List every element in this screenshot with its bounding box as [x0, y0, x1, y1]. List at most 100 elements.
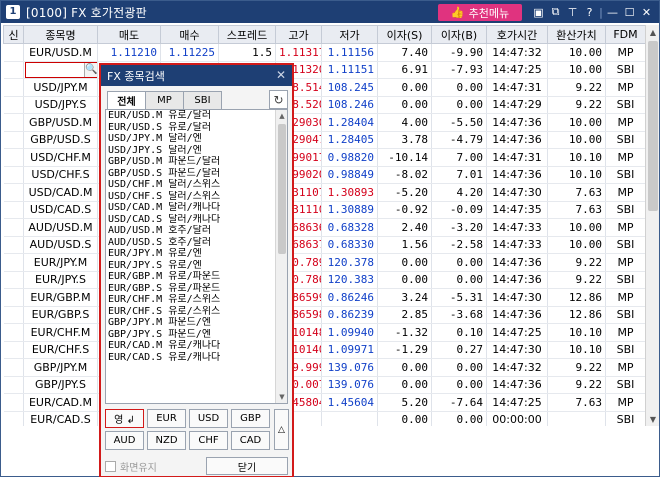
interest-buy-cell: -3.20	[431, 218, 487, 237]
keypad-key[interactable]: CHF	[189, 431, 228, 450]
quote-time-cell: 14:47:25	[486, 61, 548, 79]
symbol-input-cell[interactable]: 🔍	[23, 61, 98, 79]
list-item[interactable]: USD/CHF.M 달러/스위스	[106, 179, 274, 191]
interest-buy-cell: 0.00	[431, 376, 487, 394]
search-icon[interactable]: 🔍	[84, 62, 97, 77]
maximize-icon[interactable]: ☐	[621, 4, 638, 20]
low-price-cell: 1.30893	[321, 183, 378, 202]
column-header[interactable]: 이자(B)	[431, 25, 487, 44]
new-flag-cell	[3, 61, 24, 79]
list-item[interactable]: GBP/JPY.S 파운드/엔	[106, 329, 274, 341]
list-item[interactable]: EUR/CAD.S 유로/캐나다	[106, 352, 274, 364]
keypad-key[interactable]: 영 ↲	[105, 409, 144, 428]
list-item[interactable]: AUD/USD.S 호주/달러	[106, 237, 274, 249]
interest-sell-cell: -5.20	[377, 183, 432, 202]
popup-tab[interactable]: SBI	[183, 91, 222, 110]
list-item[interactable]: GBP/JPY.M 파운드/엔	[106, 317, 274, 329]
list-item[interactable]: GBP/USD.M 파운드/달러	[106, 156, 274, 168]
list-item[interactable]: EUR/GBP.M 유로/파운드	[106, 271, 274, 283]
symbol-cell: EUR/JPY.M	[23, 253, 98, 272]
symbol-cell: USD/CHF.M	[23, 148, 98, 167]
symbol-list[interactable]: EUR/USD.M 유로/달러 EUR/USD.S 유로/달러 USD/JPY.M …	[105, 109, 288, 404]
symbol-input[interactable]: 🔍	[25, 61, 97, 78]
list-item[interactable]: EUR/CHF.M 유로/스위스	[106, 294, 274, 306]
interest-buy-cell: 0.00	[431, 271, 487, 289]
popup-close-icon[interactable]: ✕	[276, 68, 286, 82]
copy-icon[interactable]: ⧉	[547, 4, 564, 20]
scroll-thumb[interactable]	[648, 41, 658, 211]
column-header[interactable]: FDM	[605, 25, 645, 44]
column-header[interactable]: 신	[3, 25, 24, 44]
column-header[interactable]: 매도	[97, 25, 161, 44]
column-header[interactable]: 환산가치	[547, 25, 606, 44]
column-header[interactable]: 고가	[275, 25, 322, 44]
column-header[interactable]: 저가	[321, 25, 378, 44]
keypad-key[interactable]: USD	[189, 409, 228, 428]
converted-value-cell: 10.10	[547, 148, 606, 167]
fdm-cell: SBI	[605, 96, 645, 114]
close-icon[interactable]: ✕	[638, 4, 655, 20]
list-item[interactable]: EUR/JPY.M 유로/엔	[106, 248, 274, 260]
list-scroll-down-icon[interactable]: ▼	[276, 391, 287, 403]
table-row[interactable]: EUR/USD.M 1.11210 1.11225 1.5 1.11317 1.11156…	[3, 43, 645, 62]
refresh-icon[interactable]: ↻	[269, 90, 288, 109]
list-item[interactable]: USD/CAD.M 달러/캐나다	[106, 202, 274, 214]
low-price-cell: 108.246	[321, 96, 378, 114]
interest-sell-cell: 3.78	[377, 131, 432, 149]
list-item[interactable]: USD/CAD.S 달러/캐나다	[106, 214, 274, 226]
popup-tab[interactable]: MP	[145, 91, 184, 110]
symbol-cell: EUR/GBP.M	[23, 288, 98, 307]
fdm-cell: SBI	[605, 131, 645, 149]
minimize-icon[interactable]: —	[604, 4, 621, 20]
list-item[interactable]: EUR/JPY.S 유로/엔	[106, 260, 274, 272]
popup-tabs: 전체 MP SBI	[107, 91, 222, 110]
new-flag-cell	[3, 113, 24, 132]
list-item[interactable]: EUR/GBP.S 유로/파운드	[106, 283, 274, 295]
popup-close-button[interactable]: 닫기	[206, 457, 288, 475]
column-header[interactable]: 스프레드	[218, 25, 276, 44]
scroll-down-icon[interactable]: ▼	[646, 412, 660, 426]
recommend-menu-button[interactable]: 👍 추천메뉴	[438, 4, 522, 21]
column-header[interactable]: 이자(S)	[377, 25, 432, 44]
list-item[interactable]: EUR/USD.S 유로/달러	[106, 122, 274, 134]
list-item[interactable]: USD/CHF.S 달러/스위스	[106, 191, 274, 203]
interest-buy-cell: -5.31	[431, 288, 487, 307]
list-item[interactable]: EUR/CAD.M 유로/캐나다	[106, 340, 274, 352]
list-scroll-up-icon[interactable]: ▲	[276, 110, 287, 122]
fdm-cell: MP	[605, 148, 645, 167]
checkbox-box[interactable]	[105, 460, 116, 472]
column-header[interactable]: 매수	[160, 25, 219, 44]
interest-buy-cell: -0.09	[431, 201, 487, 219]
new-flag-cell	[3, 411, 24, 426]
list-scrollbar[interactable]: ▲ ▼	[275, 110, 287, 403]
scroll-up-icon[interactable]: ▲	[646, 25, 660, 39]
keypad-up-button[interactable]: △	[274, 409, 289, 450]
list-item[interactable]: USD/JPY.S 달러/엔	[106, 145, 274, 157]
keypad-key[interactable]: CAD	[231, 431, 270, 450]
interest-sell-cell: 0.00	[377, 411, 432, 426]
list-item[interactable]: USD/JPY.M 달러/엔	[106, 133, 274, 145]
list-item[interactable]: AUD/USD.M 호주/달러	[106, 225, 274, 237]
keypad-key[interactable]: AUD	[105, 431, 144, 450]
column-header[interactable]: 종목명	[23, 25, 98, 44]
keypad-key[interactable]: NZD	[147, 431, 186, 450]
interest-sell-cell: -0.92	[377, 201, 432, 219]
new-flag-cell	[3, 271, 24, 289]
list-item[interactable]: EUR/CHF.S 유로/스위스	[106, 306, 274, 318]
list-item[interactable]: EUR/USD.M 유로/달러	[106, 110, 274, 122]
interest-buy-cell: 0.10	[431, 323, 487, 342]
help-icon[interactable]: ?	[581, 4, 598, 20]
keypad-key[interactable]: GBP	[231, 409, 270, 428]
keypad-key[interactable]: EUR	[147, 409, 186, 428]
list-scroll-thumb[interactable]	[278, 124, 286, 254]
window-icon[interactable]: ▣	[530, 4, 547, 20]
list-item[interactable]: GBP/USD.S 파운드/달러	[106, 168, 274, 180]
popup-tab[interactable]: 전체	[107, 91, 146, 110]
vertical-scrollbar[interactable]: ▲ ▼	[645, 25, 659, 426]
pin-icon[interactable]: ⊤	[564, 4, 581, 20]
popup-title: FX 종목검색	[107, 69, 165, 83]
column-header[interactable]: 호가시간	[486, 25, 548, 44]
converted-value-cell: 10.00	[547, 113, 606, 132]
symbol-cell: EUR/CHF.S	[23, 341, 98, 359]
keep-screen-checkbox[interactable]: 화면유지	[105, 459, 157, 474]
